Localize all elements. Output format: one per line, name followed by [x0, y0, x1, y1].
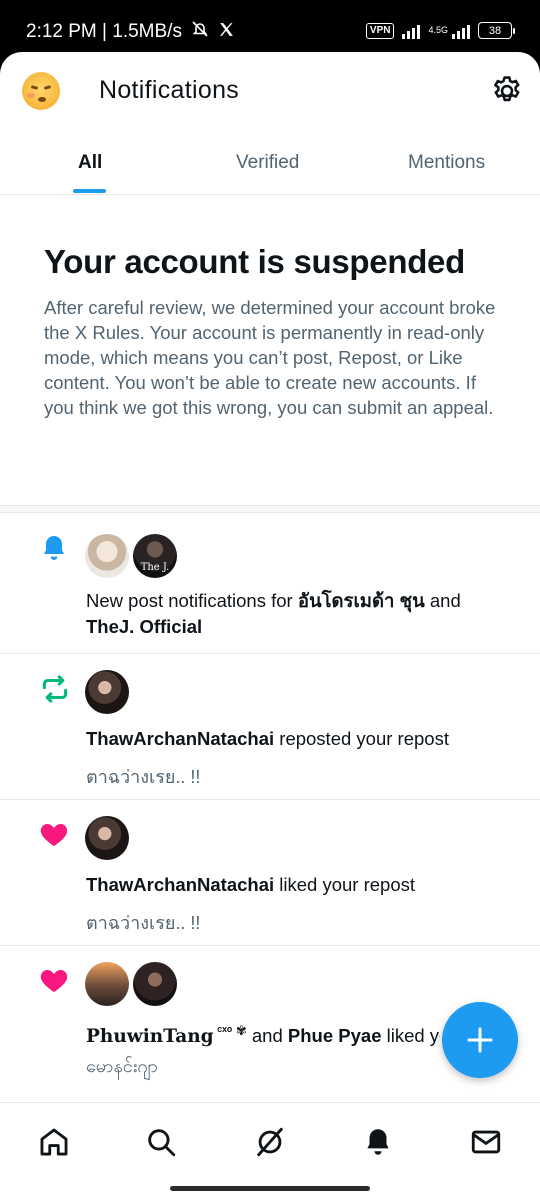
- post-preview: ตาฉว่างเรย.. !!: [86, 767, 201, 787]
- nav-messages[interactable]: [469, 1125, 503, 1159]
- nav-home[interactable]: [37, 1125, 71, 1159]
- network-type: 4.5G: [428, 25, 448, 35]
- battery-level: 38: [488, 24, 502, 37]
- avatar[interactable]: [85, 816, 129, 860]
- vpn-badge: VPN: [365, 22, 395, 39]
- user-name[interactable]: PhuwinTang: [86, 1026, 214, 1047]
- avatar-group: The J.: [85, 534, 177, 578]
- notification-text: ThawArchanNatachai liked your repost: [86, 874, 416, 895]
- notification-text: New post notifications for อันโดรเมด้า ช…: [86, 590, 461, 637]
- battery-icon: 38: [478, 22, 515, 39]
- active-tab-indicator: [73, 189, 106, 193]
- heart-icon: [38, 818, 72, 852]
- compose-button[interactable]: [442, 1002, 518, 1078]
- notification-item[interactable]: ThawArchanNatachai liked your repost ตาฉ…: [0, 800, 540, 946]
- avatar[interactable]: [85, 534, 129, 578]
- bell-icon: [367, 1129, 389, 1155]
- notification-text: PhuwinTang ᶜˣᵒ ✾ and Phue Pyae liked you…: [86, 1023, 440, 1048]
- notification-item[interactable]: The J. New post notifications for อันโดร…: [0, 514, 540, 654]
- avatar-group: [85, 962, 177, 1006]
- nav-search[interactable]: [144, 1125, 178, 1159]
- repost-icon: [38, 672, 72, 706]
- user-name[interactable]: Phue Pyae: [288, 1025, 382, 1046]
- signal-icon: [402, 23, 421, 39]
- avatar[interactable]: The J.: [133, 534, 177, 578]
- settings-button[interactable]: [490, 74, 524, 108]
- header: Notifications: [0, 52, 540, 132]
- plus-icon: [467, 1027, 493, 1053]
- status-left: 2:12 PM | 1.5MB/s: [26, 20, 235, 43]
- section-divider: [0, 506, 540, 513]
- grok-icon: [257, 1127, 283, 1157]
- suspension-notice: Your account is suspended After careful …: [0, 195, 540, 506]
- post-preview: ตาฉว่างเรย.. !!: [86, 913, 201, 933]
- notification-text: ThawArchanNatachai reposted your repost: [86, 728, 449, 749]
- user-name[interactable]: ThawArchanNatachai: [86, 728, 274, 749]
- nav-grok[interactable]: [253, 1125, 287, 1159]
- status-right: VPN 4.5G 38: [365, 22, 515, 39]
- avatar[interactable]: [85, 670, 129, 714]
- avatar-group: [85, 816, 129, 860]
- mail-icon: [471, 1130, 501, 1154]
- suspension-title: Your account is suspended: [44, 243, 465, 280]
- bell-icon: [38, 532, 72, 566]
- gesture-bar: [170, 1186, 370, 1191]
- avatar[interactable]: [85, 962, 129, 1006]
- suspension-body: After careful review, we determined your…: [44, 297, 496, 418]
- user-name[interactable]: ThawArchanNatachai: [86, 874, 274, 895]
- notification-tabs: All Verified Mentions: [0, 132, 540, 195]
- tab-verified[interactable]: Verified: [236, 152, 299, 174]
- tab-mentions[interactable]: Mentions: [408, 152, 485, 174]
- heart-icon: [38, 964, 72, 998]
- search-icon: [148, 1129, 176, 1157]
- signal-icon-2: [452, 23, 470, 39]
- user-name[interactable]: TheJ. Official: [86, 616, 202, 637]
- status-time-speed: 2:12 PM | 1.5MB/s: [26, 20, 182, 42]
- gear-icon: [494, 76, 520, 102]
- page-title: Notifications: [99, 76, 240, 104]
- user-badge: ᶜˣᵒ ✾: [213, 1023, 247, 1038]
- notification-item[interactable]: ThawArchanNatachai reposted your repost …: [0, 654, 540, 800]
- user-name[interactable]: อันโดรเมด้า ชุน: [298, 590, 425, 611]
- avatar[interactable]: [133, 962, 177, 1006]
- tab-all[interactable]: All: [78, 152, 102, 174]
- home-icon: [40, 1128, 68, 1156]
- x-logo-icon: [218, 21, 235, 43]
- mute-icon: [190, 20, 210, 43]
- app-window: Notifications All Verified Mentions Your…: [0, 52, 540, 1200]
- nav-notifications[interactable]: [361, 1125, 395, 1159]
- avatar-group: [85, 670, 129, 714]
- post-preview: မောနင်းဂျာ: [86, 1056, 158, 1076]
- profile-avatar[interactable]: [22, 72, 60, 110]
